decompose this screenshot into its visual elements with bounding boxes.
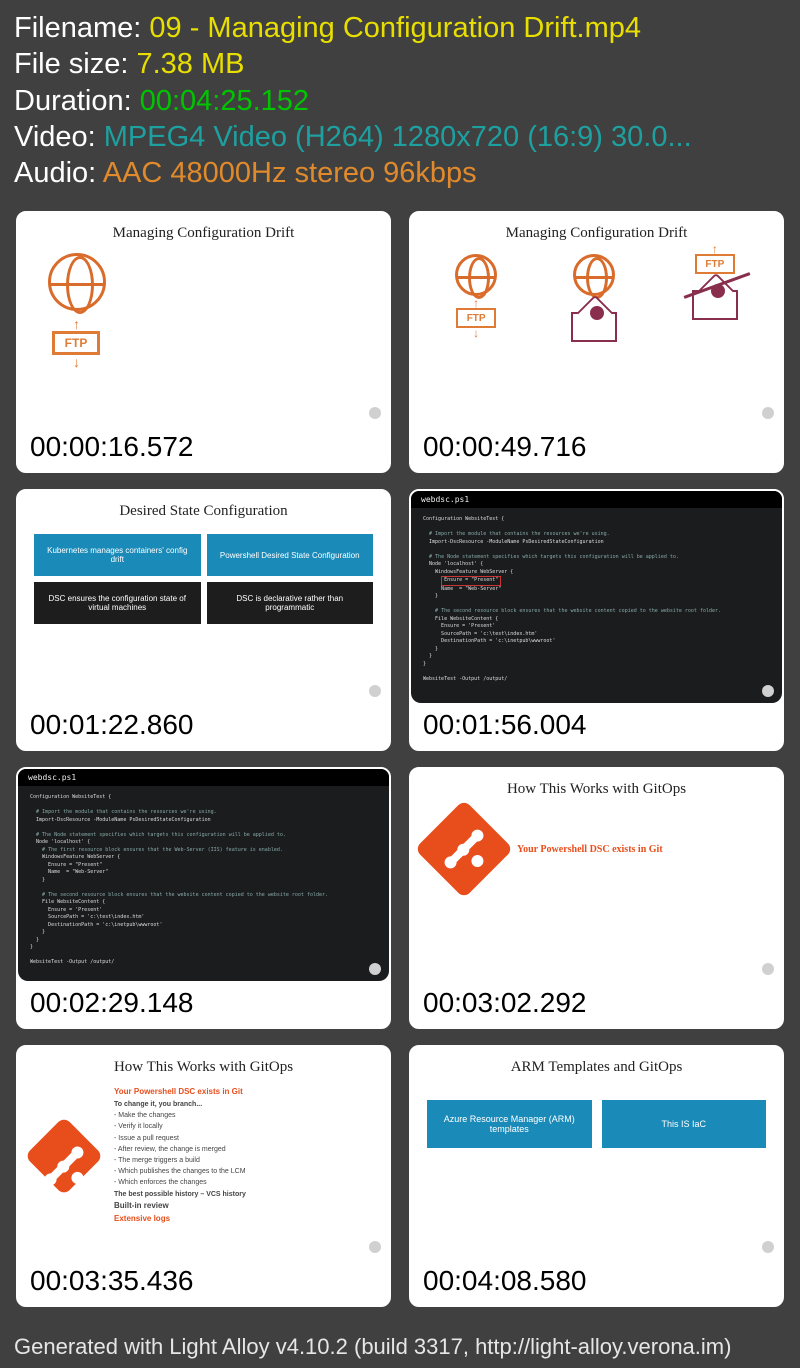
slide-title: Managing Configuration Drift	[411, 213, 782, 248]
slide-subtext: Your Powershell DSC exists in Git	[517, 844, 663, 855]
ftp-icon: FTP	[695, 254, 735, 274]
corner-dot-icon	[762, 685, 774, 697]
corner-dot-icon	[369, 685, 381, 697]
info-tile: Powershell Desired State Configuration	[207, 534, 374, 576]
thumbnail-image: Desired State Configuration Kubernetes m…	[18, 491, 389, 703]
info-tile: DSC ensures the configuration state of v…	[34, 582, 201, 624]
thumbnail-timestamp: 00:00:49.716	[411, 425, 782, 471]
corner-dot-icon	[369, 407, 381, 419]
audio-label: Audio:	[14, 157, 103, 189]
corner-dot-icon	[762, 1241, 774, 1253]
thumbnail-card[interactable]: webdsc.ps1 Configuration WebsiteTest { #…	[16, 767, 391, 1029]
filename-label: Filename:	[14, 12, 149, 44]
thumbnail-image: Managing Configuration Drift FTP FTP	[411, 213, 782, 425]
git-logo-icon	[415, 800, 514, 899]
duration-value: 00:04:25.152	[140, 85, 309, 117]
corner-dot-icon	[762, 407, 774, 419]
slide-title: How This Works with GitOps	[411, 769, 782, 804]
duration-line: Duration: 00:04:25.152	[14, 83, 786, 119]
slide-title: Managing Configuration Drift	[18, 213, 389, 248]
file-info-block: Filename: 09 - Managing Configuration Dr…	[0, 0, 800, 197]
filename-line: Filename: 09 - Managing Configuration Dr…	[14, 10, 786, 46]
corner-dot-icon	[762, 963, 774, 975]
slide-title: Desired State Configuration	[18, 491, 389, 526]
thumbnail-image: Managing Configuration Drift FTP	[18, 213, 389, 425]
duration-label: Duration:	[14, 85, 140, 117]
thumbnail-card[interactable]: ARM Templates and GitOps Azure Resource …	[409, 1045, 784, 1307]
thumbnail-image: How This Works with GitOps Your Powershe…	[18, 1047, 389, 1259]
generator-footer: Generated with Light Alloy v4.10.2 (buil…	[14, 1334, 731, 1360]
audio-line: Audio: AAC 48000Hz stereo 96kbps	[14, 155, 786, 191]
thumbnail-card[interactable]: How This Works with GitOps Your Powershe…	[409, 767, 784, 1029]
thumbnail-timestamp: 00:03:35.436	[18, 1259, 389, 1305]
audio-value: AAC 48000Hz stereo 96kbps	[103, 157, 477, 189]
globe-icon	[573, 254, 615, 296]
info-tile: Kubernetes manages containers' config dr…	[34, 534, 201, 576]
filesize-line: File size: 7.38 MB	[14, 46, 786, 82]
info-tile: DSC is declarative rather than programma…	[207, 582, 374, 624]
slide-title: ARM Templates and GitOps	[411, 1047, 782, 1082]
info-tile: This IS IaC	[602, 1100, 767, 1148]
video-value: MPEG4 Video (H264) 1280x720 (16:9) 30.0.…	[104, 121, 692, 153]
thumbnail-grid: Managing Configuration Drift FTP 00:00:1…	[0, 197, 800, 1307]
ftp-icon: FTP	[456, 308, 496, 328]
corner-dot-icon	[369, 1241, 381, 1253]
thumbnail-card[interactable]: Managing Configuration Drift FTP FTP 00:…	[409, 211, 784, 473]
filesize-value: 7.38 MB	[136, 48, 244, 80]
code-block: Configuration WebsiteTest { # Import the…	[411, 508, 782, 691]
thumbnail-timestamp: 00:03:02.292	[411, 981, 782, 1027]
thumbnail-card[interactable]: webdsc.ps1 Configuration WebsiteTest { #…	[409, 489, 784, 751]
thumbnail-image: webdsc.ps1 Configuration WebsiteTest { #…	[411, 491, 782, 703]
git-logo-icon	[24, 1116, 103, 1195]
thumbnail-card[interactable]: Desired State Configuration Kubernetes m…	[16, 489, 391, 751]
envelope-lock-icon	[571, 312, 617, 342]
thumbnail-timestamp: 00:00:16.572	[18, 425, 389, 471]
thumbnail-image: webdsc.ps1 Configuration WebsiteTest { #…	[18, 769, 389, 981]
thumbnail-image: How This Works with GitOps Your Powershe…	[411, 769, 782, 981]
code-block: Configuration WebsiteTest { # Import the…	[18, 786, 389, 975]
filesize-label: File size:	[14, 48, 136, 80]
code-filename: webdsc.ps1	[411, 491, 782, 508]
thumbnail-timestamp: 00:02:29.148	[18, 981, 389, 1027]
bullet-list: Your Powershell DSC exists in Git To cha…	[106, 1086, 246, 1225]
code-filename: webdsc.ps1	[18, 769, 389, 786]
envelope-lock-crossed-icon	[692, 290, 738, 320]
info-tile: Azure Resource Manager (ARM) templates	[427, 1100, 592, 1148]
video-label: Video:	[14, 121, 104, 153]
globe-icon	[455, 254, 497, 296]
thumbnail-image: ARM Templates and GitOps Azure Resource …	[411, 1047, 782, 1259]
ftp-icon: FTP	[52, 331, 100, 355]
thumbnail-timestamp: 00:04:08.580	[411, 1259, 782, 1305]
globe-icon	[48, 253, 106, 311]
slide-title: How This Works with GitOps	[18, 1047, 389, 1082]
thumbnail-card[interactable]: Managing Configuration Drift FTP 00:00:1…	[16, 211, 391, 473]
thumbnail-timestamp: 00:01:56.004	[411, 703, 782, 749]
filename-value: 09 - Managing Configuration Drift.mp4	[149, 12, 641, 44]
thumbnail-timestamp: 00:01:22.860	[18, 703, 389, 749]
video-line: Video: MPEG4 Video (H264) 1280x720 (16:9…	[14, 119, 786, 155]
thumbnail-card[interactable]: How This Works with GitOps Your Powershe…	[16, 1045, 391, 1307]
